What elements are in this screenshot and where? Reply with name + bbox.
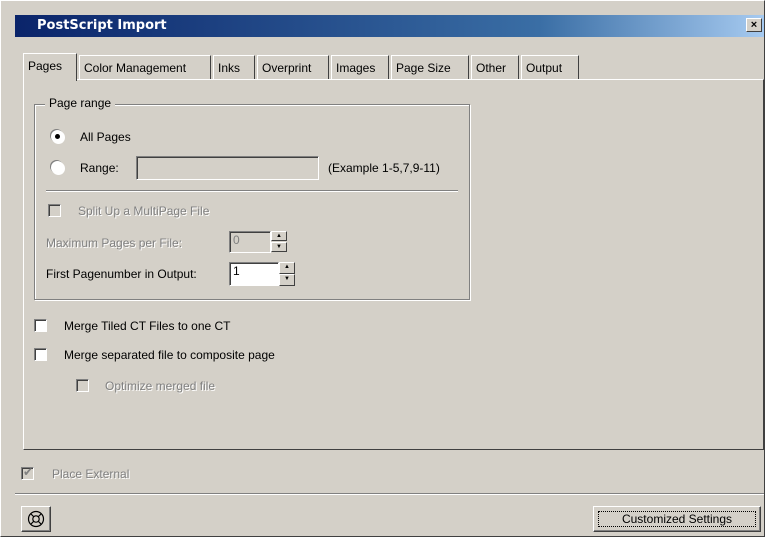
spin-down-icon[interactable]: ▼ bbox=[279, 274, 295, 286]
customized-settings-button[interactable]: Customized Settings bbox=[593, 506, 761, 532]
tab-pages[interactable]: Pages bbox=[23, 53, 77, 81]
all-pages-radio[interactable] bbox=[51, 130, 64, 143]
tab-output[interactable]: Output bbox=[521, 55, 579, 79]
place-external-label: Place External bbox=[52, 467, 130, 481]
title-bar[interactable]: PostScript Import × bbox=[15, 15, 764, 37]
customized-settings-label: Customized Settings bbox=[621, 512, 733, 526]
range-example-text: (Example 1-5,7,9-11) bbox=[328, 161, 440, 175]
first-pagenumber-input[interactable]: 1 bbox=[229, 262, 279, 286]
postscript-import-dialog: PostScript Import × Pages Color Manageme… bbox=[0, 0, 765, 537]
lifebuoy-icon bbox=[27, 510, 45, 528]
tab-page-size[interactable]: Page Size bbox=[391, 55, 469, 79]
optimize-merged-checkbox[interactable] bbox=[76, 379, 89, 392]
merge-separated-label[interactable]: Merge separated file to composite page bbox=[64, 348, 275, 362]
checkmark-icon: ✔ bbox=[23, 465, 34, 479]
window-title: PostScript Import bbox=[37, 18, 167, 33]
max-pages-spinner[interactable]: ▲ ▼ bbox=[271, 231, 287, 253]
tab-overprint[interactable]: Overprint bbox=[257, 55, 329, 79]
first-pagenumber-spinner[interactable]: ▲ ▼ bbox=[279, 262, 295, 286]
help-button[interactable] bbox=[21, 506, 51, 532]
spin-down-icon[interactable]: ▼ bbox=[271, 242, 287, 252]
range-input[interactable] bbox=[136, 156, 319, 180]
max-pages-input[interactable]: 0 bbox=[229, 231, 271, 253]
split-multipage-checkbox[interactable] bbox=[48, 204, 61, 217]
group-divider bbox=[46, 190, 458, 192]
place-external-checkbox[interactable]: ✔ bbox=[21, 465, 34, 480]
merge-tiled-checkbox[interactable] bbox=[34, 319, 47, 332]
split-multipage-label: Split Up a MultiPage File bbox=[78, 204, 210, 218]
max-pages-label: Maximum Pages per File: bbox=[46, 236, 183, 250]
range-label[interactable]: Range: bbox=[80, 161, 119, 175]
radio-selected-dot bbox=[55, 134, 60, 139]
merge-separated-checkbox[interactable] bbox=[34, 348, 47, 361]
spin-up-icon[interactable]: ▲ bbox=[271, 231, 287, 241]
tab-inks[interactable]: Inks bbox=[213, 55, 255, 79]
tab-other[interactable]: Other bbox=[471, 55, 519, 79]
tab-images[interactable]: Images bbox=[331, 55, 389, 79]
optimize-merged-label: Optimize merged file bbox=[105, 379, 216, 393]
footer-divider bbox=[15, 493, 764, 495]
all-pages-label[interactable]: All Pages bbox=[80, 130, 131, 144]
range-radio[interactable] bbox=[51, 161, 64, 174]
merge-tiled-label[interactable]: Merge Tiled CT Files to one CT bbox=[64, 319, 231, 333]
spin-up-icon[interactable]: ▲ bbox=[279, 262, 295, 274]
first-pagenumber-label: First Pagenumber in Output: bbox=[46, 267, 197, 281]
tab-color-management[interactable]: Color Management bbox=[79, 55, 211, 79]
page-range-group-label: Page range bbox=[45, 96, 116, 110]
close-button[interactable]: × bbox=[746, 18, 762, 32]
